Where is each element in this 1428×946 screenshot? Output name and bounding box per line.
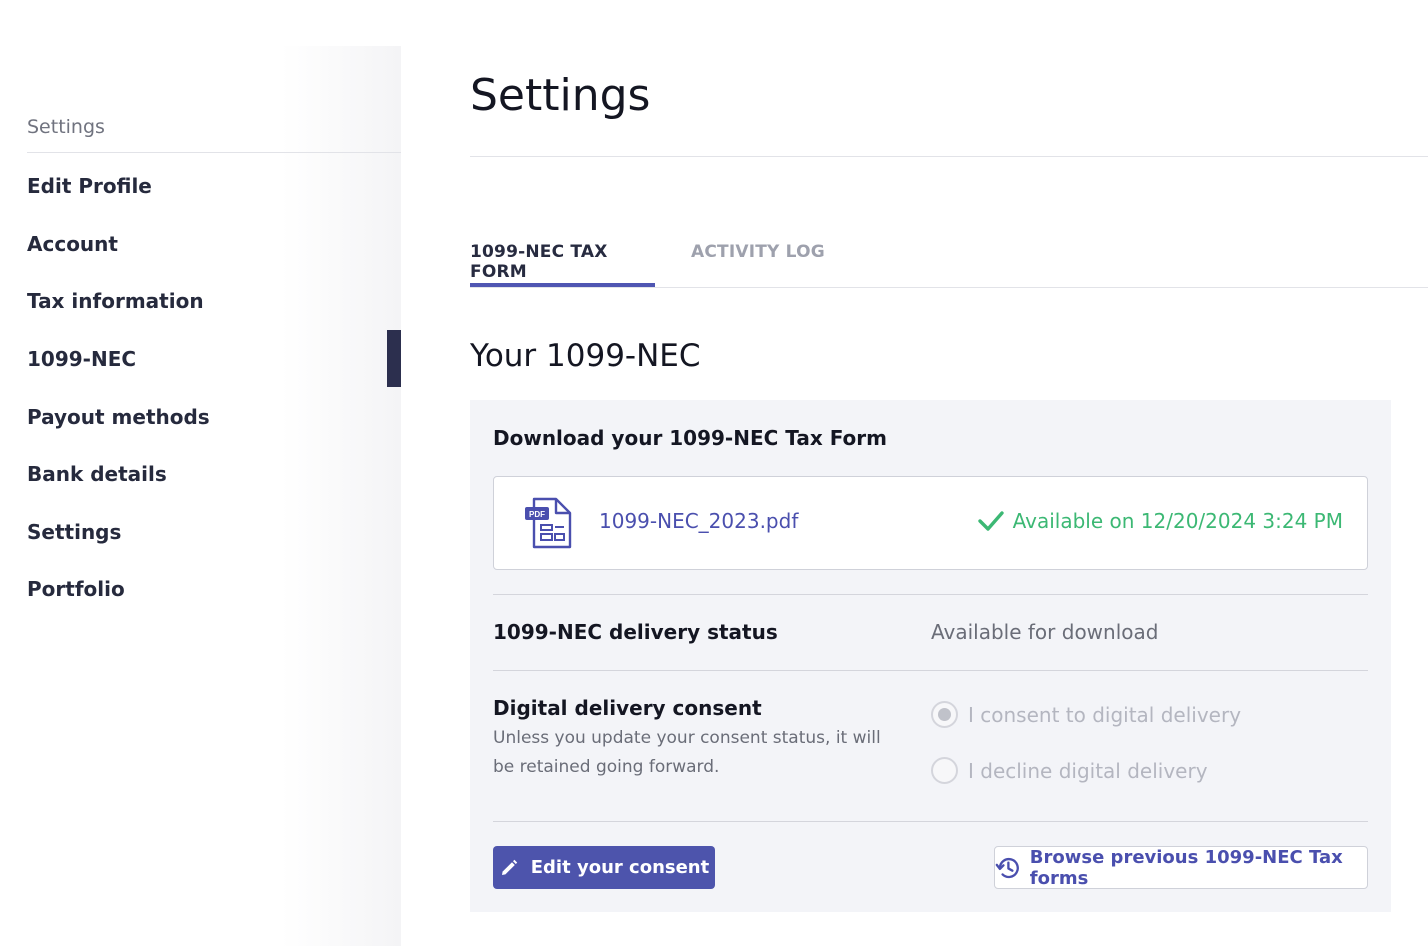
sidebar-item-portfolio[interactable]: Portfolio xyxy=(27,569,401,609)
main-content: Settings 1099-NEC TAX FORM ACTIVITY LOG … xyxy=(470,0,1428,946)
consent-option-decline[interactable]: I decline digital delivery xyxy=(931,757,1208,784)
title-divider xyxy=(470,156,1428,157)
tab-1099-nec-tax-form[interactable]: 1099-NEC TAX FORM xyxy=(470,242,655,287)
check-icon xyxy=(977,511,1004,531)
history-icon xyxy=(995,857,1019,878)
sidebar-item-bank-details[interactable]: Bank details xyxy=(27,454,401,494)
divider xyxy=(493,594,1368,595)
page-title: Settings xyxy=(470,70,651,121)
browse-previous-forms-button[interactable]: Browse previous 1099-NEC Tax forms xyxy=(994,846,1368,889)
sidebar-item-account[interactable]: Account xyxy=(27,224,401,264)
edit-consent-button[interactable]: Edit your consent xyxy=(493,846,715,889)
sidebar-item-edit-profile[interactable]: Edit Profile xyxy=(27,166,401,206)
delivery-status-label: 1099-NEC delivery status xyxy=(493,620,778,644)
tab-bar: 1099-NEC TAX FORM ACTIVITY LOG xyxy=(470,228,1428,288)
file-download-link[interactable]: 1099-NEC_2023.pdf xyxy=(599,509,798,533)
consent-option-label: I consent to digital delivery xyxy=(968,702,1242,727)
sidebar-item-tax-information[interactable]: Tax information xyxy=(27,281,401,321)
consent-label: Digital delivery consent xyxy=(493,696,762,720)
divider xyxy=(493,821,1368,822)
tab-activity-log[interactable]: ACTIVITY LOG xyxy=(691,242,825,287)
edit-consent-label: Edit your consent xyxy=(530,857,710,878)
pencil-icon xyxy=(501,859,517,875)
section-title: Your 1099-NEC xyxy=(470,338,701,374)
radio-button[interactable] xyxy=(931,757,958,784)
tax-form-card: Download your 1099-NEC Tax Form PDF 1099… xyxy=(470,400,1391,912)
sidebar-item-payout-methods[interactable]: Payout methods xyxy=(27,397,401,437)
file-box: PDF 1099-NEC_2023.pdf Available on 12/20… xyxy=(493,476,1368,570)
sidebar-item-settings[interactable]: Settings xyxy=(27,512,401,552)
svg-text:PDF: PDF xyxy=(529,510,545,519)
availability-text: Available on 12/20/2024 3:24 PM xyxy=(1012,509,1343,533)
consent-option-label: I decline digital delivery xyxy=(968,758,1208,783)
availability-status: Available on 12/20/2024 3:24 PM xyxy=(977,509,1343,533)
sidebar-header: Settings xyxy=(27,116,401,153)
consent-option-accept[interactable]: I consent to digital delivery xyxy=(931,701,1241,728)
delivery-status-value: Available for download xyxy=(931,620,1159,644)
download-label: Download your 1099-NEC Tax Form xyxy=(493,426,887,450)
sidebar-item-1099-nec[interactable]: 1099-NEC xyxy=(27,339,401,379)
browse-previous-forms-label: Browse previous 1099-NEC Tax forms xyxy=(1029,846,1343,889)
radio-button-checked[interactable] xyxy=(931,701,958,728)
pdf-file-icon: PDF xyxy=(525,497,572,549)
divider xyxy=(493,670,1368,671)
active-nav-indicator xyxy=(387,330,401,387)
consent-help-text: Unless you update your consent status, i… xyxy=(493,728,881,777)
